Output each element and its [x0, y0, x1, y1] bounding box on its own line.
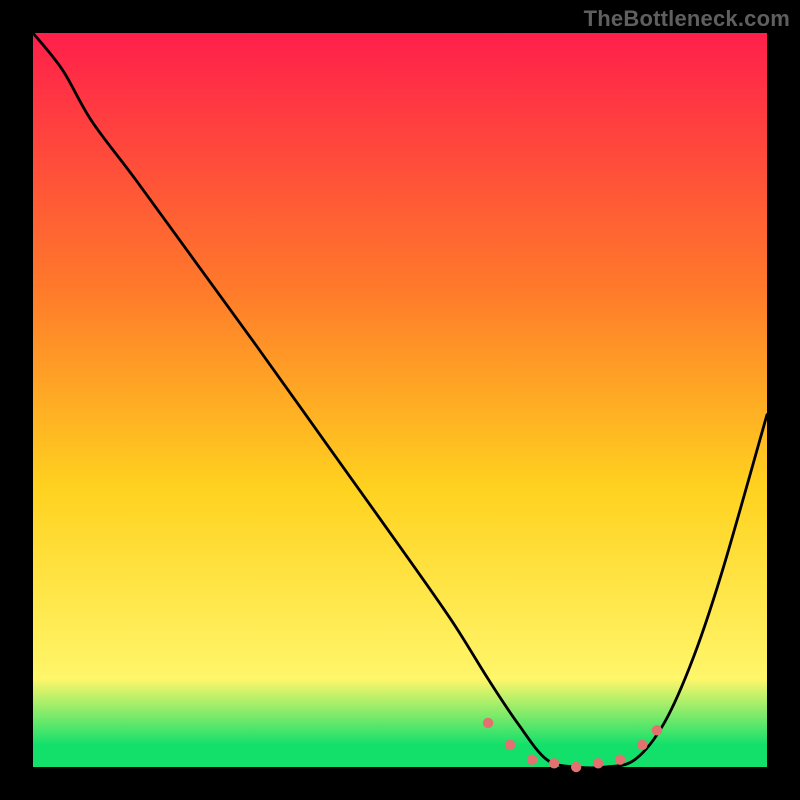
optimal-dot [637, 740, 647, 750]
optimal-dot [527, 754, 537, 764]
watermark-text: TheBottleneck.com [584, 6, 790, 32]
chart-svg [0, 0, 800, 800]
optimal-dot [652, 725, 662, 735]
optimal-dot [483, 718, 493, 728]
optimal-dot [615, 754, 625, 764]
optimal-dot [593, 758, 603, 768]
optimal-dot [549, 758, 559, 768]
optimal-dot [505, 740, 515, 750]
plot-area [33, 33, 767, 767]
chart-container: { "watermark": "TheBottleneck.com", "col… [0, 0, 800, 800]
optimal-dot [571, 762, 581, 772]
